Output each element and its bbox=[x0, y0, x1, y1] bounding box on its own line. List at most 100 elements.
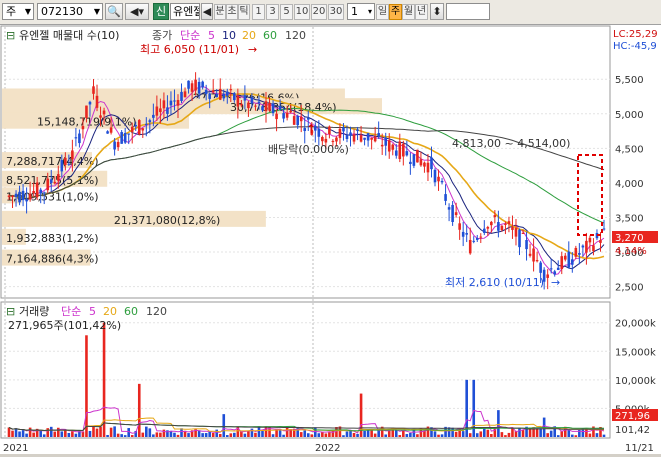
current-change-label: 4.14% bbox=[615, 246, 647, 257]
candle-body bbox=[482, 228, 486, 233]
current-volume-label: 271,965주(101,42%) bbox=[8, 319, 121, 332]
volume-profile-label: 21,371,080(12,8%) bbox=[114, 214, 221, 227]
range-annotation: 4,813,00 ~ 4,514,00) bbox=[452, 137, 570, 150]
candle-body bbox=[521, 232, 525, 234]
chart-type-minute[interactable]: 분 bbox=[214, 4, 226, 20]
period-10[interactable]: 10 bbox=[294, 4, 310, 20]
period-year[interactable]: 년 bbox=[415, 4, 428, 20]
legend-ma-type: 단순 bbox=[180, 29, 200, 42]
toolbar: 주 ▼ 072130 ▼ 🔍 ◀▾ 신 유엔젤 ◀ 분 초 틱 1 3 5 10… bbox=[0, 0, 661, 25]
candle-body bbox=[296, 115, 299, 126]
candle-body bbox=[194, 79, 197, 91]
candle-body bbox=[549, 268, 553, 270]
updown-button[interactable]: ⬍ bbox=[430, 3, 444, 20]
volume-bar bbox=[335, 427, 338, 437]
period-day[interactable]: 일 bbox=[376, 4, 389, 20]
extra-input[interactable] bbox=[446, 3, 490, 20]
volume-bar bbox=[363, 430, 366, 437]
candle-body bbox=[56, 174, 60, 181]
interval-input[interactable]: 1 ▾ bbox=[347, 3, 375, 20]
candle-body bbox=[60, 160, 64, 172]
candle-body bbox=[578, 253, 581, 255]
period-1[interactable]: 1 bbox=[252, 4, 265, 20]
candle-body bbox=[254, 105, 257, 107]
volume-bar bbox=[113, 426, 116, 437]
period-30[interactable]: 30 bbox=[328, 4, 344, 20]
candle-body bbox=[187, 80, 190, 89]
volume-bar bbox=[306, 433, 310, 437]
candle-body bbox=[490, 221, 493, 226]
volume-bar bbox=[602, 434, 606, 437]
volume-bar bbox=[120, 434, 123, 437]
volume-bar bbox=[507, 432, 511, 437]
candle-body bbox=[18, 191, 21, 203]
price-tick-label: 5,500 bbox=[615, 75, 644, 86]
candle-body bbox=[525, 240, 528, 250]
volume-profile-label: 1,932,883(1,2%) bbox=[6, 232, 99, 245]
candle-body bbox=[352, 134, 356, 142]
search-button[interactable]: 🔍 bbox=[105, 3, 123, 20]
high-annotation: 최고 6,050 (11/01) bbox=[140, 43, 239, 56]
candle-body bbox=[21, 190, 25, 201]
stock-chart[interactable]: 27,775,526(16,6%)30,778,854(18,4%)15,148… bbox=[0, 25, 661, 454]
candle-body bbox=[405, 151, 409, 156]
volume-bar bbox=[271, 434, 275, 437]
volume-bar bbox=[370, 430, 373, 437]
candle-body bbox=[338, 128, 342, 138]
credit-badge-text: 신 bbox=[155, 5, 167, 18]
chart-type-second[interactable]: 초 bbox=[226, 4, 238, 20]
candle-body bbox=[500, 225, 504, 231]
price-tick-label: 3,500 bbox=[615, 213, 644, 224]
volume-profile-label: 7,164,886(4,3%) bbox=[6, 253, 99, 266]
market-select[interactable]: 주 ▼ bbox=[2, 3, 34, 20]
volume-bar bbox=[486, 429, 490, 437]
volume-bar bbox=[99, 426, 102, 437]
candle-body bbox=[535, 260, 539, 262]
period-month[interactable]: 월 bbox=[402, 4, 415, 20]
volume-bar bbox=[141, 432, 145, 437]
candle-body bbox=[468, 239, 472, 254]
candle-body bbox=[317, 128, 321, 137]
volume-bar bbox=[155, 432, 159, 437]
period-10-label: 10 bbox=[295, 6, 309, 17]
candle-body bbox=[159, 108, 162, 113]
price-tick-label: 5,000 bbox=[615, 110, 644, 121]
price-tick-label: 4,500 bbox=[615, 144, 644, 155]
period-20[interactable]: 20 bbox=[311, 4, 327, 20]
candle-body bbox=[123, 132, 127, 143]
chart-type-tick[interactable]: 틱 bbox=[238, 4, 250, 20]
candle-body bbox=[197, 81, 201, 94]
volume-bar bbox=[328, 432, 331, 437]
period-30-label: 30 bbox=[329, 6, 343, 17]
volume-bar bbox=[405, 434, 409, 437]
candle-body bbox=[28, 193, 32, 200]
candle-body bbox=[14, 193, 18, 197]
candle-body bbox=[225, 91, 229, 96]
volume-bar bbox=[352, 433, 356, 437]
volume-bar bbox=[247, 430, 250, 437]
candle-body bbox=[384, 137, 388, 146]
volume-bar bbox=[440, 434, 444, 437]
volume-bar bbox=[285, 427, 289, 437]
candle-body bbox=[88, 101, 92, 105]
volume-bar bbox=[218, 433, 222, 437]
stock-code-input[interactable]: 072130 ▼ bbox=[37, 3, 103, 20]
candle-body bbox=[229, 89, 233, 91]
candle-body bbox=[32, 190, 35, 194]
candle-body bbox=[331, 140, 335, 143]
candle-body bbox=[588, 237, 592, 243]
candle-body bbox=[458, 223, 461, 230]
period-3[interactable]: 3 bbox=[266, 4, 279, 20]
candle-body bbox=[285, 112, 289, 118]
triangle-left-icon: ◀ bbox=[202, 5, 212, 18]
dividend-arrow-icon: ↑ bbox=[306, 122, 316, 136]
volume-bar bbox=[433, 431, 437, 437]
period-week[interactable]: 주 bbox=[389, 4, 402, 20]
candle-body bbox=[433, 169, 437, 183]
interval-value: 1 bbox=[351, 5, 358, 18]
period-5[interactable]: 5 bbox=[280, 4, 293, 20]
high-arrow-icon: → bbox=[248, 43, 257, 56]
nav-arrow-button[interactable]: ◀ bbox=[201, 3, 213, 20]
speaker-button[interactable]: ◀▾ bbox=[125, 3, 149, 20]
volume-bar bbox=[556, 435, 560, 437]
